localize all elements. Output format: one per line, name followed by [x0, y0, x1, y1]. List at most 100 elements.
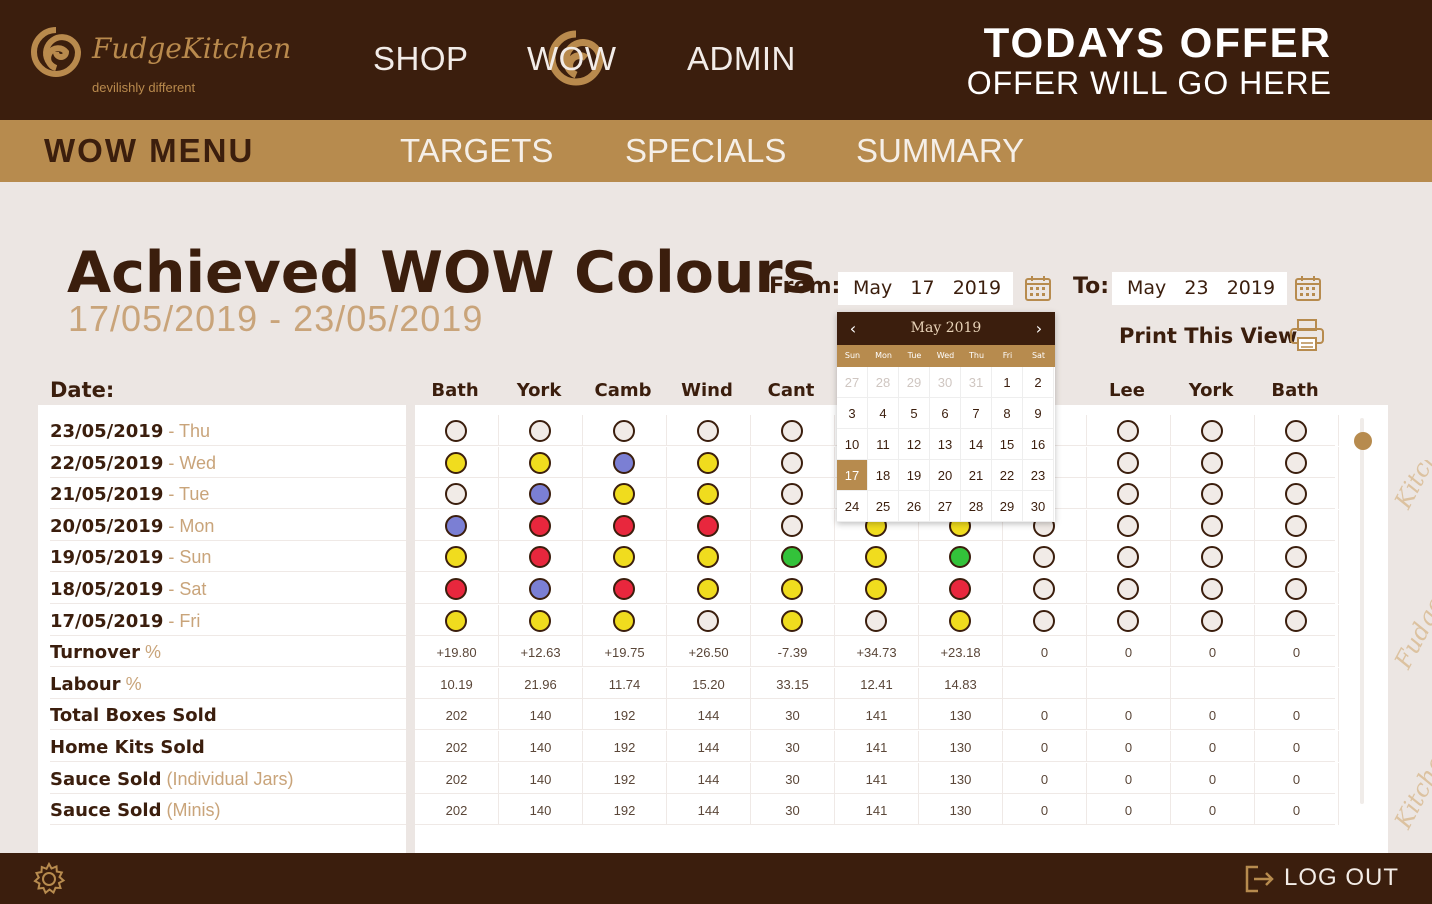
- calendar-day[interactable]: 29: [899, 367, 930, 398]
- wow-colour-dot[interactable]: [1201, 451, 1223, 474]
- calendar-day[interactable]: 4: [868, 398, 899, 429]
- subnav-specials[interactable]: SPECIALS: [625, 132, 786, 170]
- wow-colour-dot[interactable]: [1201, 514, 1223, 537]
- printer-icon[interactable]: [1289, 318, 1325, 352]
- wow-colour-dot[interactable]: [1201, 420, 1223, 442]
- wow-colour-dot[interactable]: [529, 514, 551, 537]
- subnav-wow-menu[interactable]: WOW MENU: [44, 132, 254, 170]
- calendar-day[interactable]: 28: [868, 367, 899, 398]
- wow-colour-dot[interactable]: [529, 483, 551, 506]
- wow-colour-dot[interactable]: [1117, 609, 1139, 632]
- wow-colour-dot[interactable]: [949, 546, 971, 569]
- nav-shop[interactable]: SHOP: [373, 40, 469, 78]
- calendar-day[interactable]: 27: [837, 367, 868, 398]
- wow-colour-dot[interactable]: [781, 420, 803, 442]
- wow-colour-dot[interactable]: [529, 420, 551, 442]
- from-calendar-icon[interactable]: [1024, 274, 1052, 302]
- wow-colour-dot[interactable]: [613, 578, 635, 600]
- calendar-day[interactable]: 13: [930, 429, 961, 460]
- wow-colour-dot[interactable]: [1033, 609, 1055, 632]
- calendar-day[interactable]: 29: [992, 491, 1023, 522]
- calendar-day[interactable]: 25: [868, 491, 899, 522]
- calendar-day[interactable]: 28: [961, 491, 992, 522]
- wow-colour-dot[interactable]: [1117, 546, 1139, 569]
- calendar-day[interactable]: 31: [961, 367, 992, 398]
- wow-colour-dot[interactable]: [781, 609, 803, 632]
- wow-colour-dot[interactable]: [1201, 609, 1223, 632]
- wow-colour-dot[interactable]: [1033, 546, 1055, 569]
- wow-colour-dot[interactable]: [1201, 483, 1223, 506]
- wow-colour-dot[interactable]: [613, 609, 635, 632]
- wow-colour-dot[interactable]: [1117, 420, 1139, 442]
- calendar-day[interactable]: 20: [930, 460, 961, 491]
- calendar-day[interactable]: 7: [961, 398, 992, 429]
- calendar-day[interactable]: 3: [837, 398, 868, 429]
- from-date-field[interactable]: May 17 2019: [838, 272, 1013, 305]
- wow-colour-dot[interactable]: [865, 578, 887, 600]
- wow-colour-dot[interactable]: [1285, 609, 1307, 632]
- calendar-day[interactable]: 26: [899, 491, 930, 522]
- calendar-day[interactable]: 2: [1023, 367, 1054, 398]
- wow-colour-dot[interactable]: [445, 514, 467, 537]
- wow-colour-dot[interactable]: [697, 578, 719, 600]
- next-month-button[interactable]: ›: [1023, 312, 1055, 345]
- wow-colour-dot[interactable]: [697, 420, 719, 442]
- wow-colour-dot[interactable]: [781, 451, 803, 474]
- wow-colour-dot[interactable]: [865, 546, 887, 569]
- calendar-day[interactable]: 10: [837, 429, 868, 460]
- wow-colour-dot[interactable]: [445, 609, 467, 632]
- prev-month-button[interactable]: ‹: [837, 312, 869, 345]
- calendar-day[interactable]: 1: [992, 367, 1023, 398]
- calendar-day[interactable]: 14: [961, 429, 992, 460]
- wow-colour-dot[interactable]: [865, 609, 887, 632]
- wow-colour-dot[interactable]: [1285, 420, 1307, 442]
- subnav-targets[interactable]: TARGETS: [400, 132, 553, 170]
- wow-colour-dot[interactable]: [949, 578, 971, 600]
- calendar-day[interactable]: 24: [837, 491, 868, 522]
- calendar-day[interactable]: 6: [930, 398, 961, 429]
- to-date-field[interactable]: May 23 2019: [1112, 272, 1287, 305]
- print-view-link[interactable]: Print This View: [1119, 324, 1297, 348]
- wow-colour-dot[interactable]: [613, 514, 635, 537]
- calendar-day[interactable]: 5: [899, 398, 930, 429]
- wow-colour-dot[interactable]: [529, 546, 551, 569]
- wow-colour-dot[interactable]: [1285, 546, 1307, 569]
- calendar-day[interactable]: 22: [992, 460, 1023, 491]
- calendar-day[interactable]: 17: [837, 460, 868, 491]
- calendar-day[interactable]: 18: [868, 460, 899, 491]
- wow-colour-dot[interactable]: [1117, 578, 1139, 600]
- calendar-day[interactable]: 9: [1023, 398, 1054, 429]
- calendar-day[interactable]: 19: [899, 460, 930, 491]
- calendar-day[interactable]: 23: [1023, 460, 1054, 491]
- wow-colour-dot[interactable]: [781, 483, 803, 506]
- settings-gear-icon[interactable]: [32, 862, 66, 896]
- wow-colour-dot[interactable]: [1201, 546, 1223, 569]
- wow-colour-dot[interactable]: [697, 514, 719, 537]
- scrollbar-thumb[interactable]: [1354, 432, 1372, 450]
- wow-colour-dot[interactable]: [781, 514, 803, 537]
- wow-colour-dot[interactable]: [697, 483, 719, 506]
- subnav-summary[interactable]: SUMMARY: [856, 132, 1024, 170]
- wow-colour-dot[interactable]: [1285, 451, 1307, 474]
- nav-wow[interactable]: WOW: [527, 40, 616, 78]
- nav-admin[interactable]: ADMIN: [687, 40, 796, 78]
- wow-colour-dot[interactable]: [529, 451, 551, 474]
- wow-colour-dot[interactable]: [613, 451, 635, 474]
- wow-colour-dot[interactable]: [697, 609, 719, 632]
- calendar-day[interactable]: 30: [930, 367, 961, 398]
- calendar-day[interactable]: 30: [1023, 491, 1054, 522]
- calendar-day[interactable]: 15: [992, 429, 1023, 460]
- calendar-day[interactable]: 8: [992, 398, 1023, 429]
- calendar-day[interactable]: 12: [899, 429, 930, 460]
- wow-colour-dot[interactable]: [445, 483, 467, 506]
- wow-colour-dot[interactable]: [613, 420, 635, 442]
- wow-colour-dot[interactable]: [445, 420, 467, 442]
- wow-colour-dot[interactable]: [445, 451, 467, 474]
- wow-colour-dot[interactable]: [1117, 483, 1139, 506]
- wow-colour-dot[interactable]: [1285, 514, 1307, 537]
- wow-colour-dot[interactable]: [781, 546, 803, 569]
- wow-colour-dot[interactable]: [781, 578, 803, 600]
- scrollbar-track[interactable]: [1360, 418, 1364, 804]
- wow-colour-dot[interactable]: [1033, 578, 1055, 600]
- wow-colour-dot[interactable]: [1201, 578, 1223, 600]
